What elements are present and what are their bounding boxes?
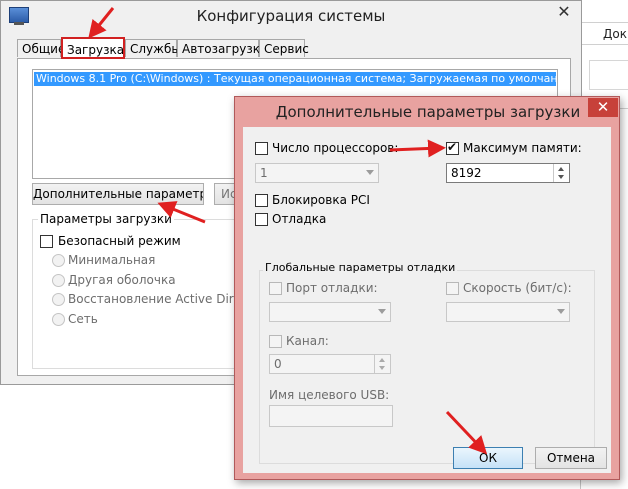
radio-alternate-shell-label: Другая оболочка <box>68 273 176 287</box>
dialog-title: Дополнительные параметры загрузки <box>275 103 581 121</box>
advanced-boot-options-dialog: Дополнительные параметры загрузки ✕ Числ… <box>234 96 620 480</box>
spin-up-icon <box>379 358 385 362</box>
debug-port-select[interactable] <box>269 302 391 322</box>
dialog-body: Число процессоров: 1 Максимум памяти: 81… <box>243 127 611 473</box>
pci-lock-checkbox[interactable] <box>255 194 268 207</box>
dialog-close-button[interactable]: ✕ <box>588 98 618 117</box>
num-processors-value: 1 <box>260 166 268 180</box>
channel-spinner[interactable] <box>374 355 390 373</box>
baud-rate-label: Скорость (бит/с): <box>463 281 572 295</box>
chevron-down-icon <box>378 309 386 314</box>
max-memory-checkbox[interactable] <box>446 140 459 155</box>
num-processors-select[interactable]: 1 <box>255 163 379 183</box>
num-processors-checkbox[interactable] <box>255 142 268 155</box>
tab-tools[interactable]: Сервис <box>259 39 309 57</box>
spin-down-icon <box>379 366 385 370</box>
usb-target-label: Имя целевого USB: <box>269 388 390 402</box>
num-processors-label: Число процессоров: <box>272 141 399 155</box>
radio-minimal[interactable] <box>52 254 65 267</box>
tab-boot[interactable]: Загрузка <box>61 37 125 59</box>
debug-checkbox[interactable] <box>255 213 268 226</box>
boot-options-label: Параметры загрузки <box>38 212 174 226</box>
radio-minimal-label: Минимальная <box>68 253 156 267</box>
tab-startup[interactable]: Автозагрузка <box>177 39 267 57</box>
tab-general[interactable]: Общие <box>17 39 65 57</box>
radio-network-label: Сеть <box>68 312 98 326</box>
main-close-button[interactable]: ✕ <box>549 3 579 21</box>
max-memory-spinner[interactable] <box>553 164 569 182</box>
max-memory-label: Максимум памяти: <box>463 141 582 155</box>
cancel-button[interactable]: Отмена <box>535 447 607 469</box>
tab-services[interactable]: Службы <box>125 39 181 57</box>
radio-network[interactable] <box>52 313 65 326</box>
baud-rate-select[interactable] <box>446 302 570 322</box>
background-window-text: Док <box>603 27 627 41</box>
debug-port-checkbox[interactable] <box>269 282 282 295</box>
radio-alternate-shell[interactable] <box>52 274 65 287</box>
channel-label: Канал: <box>286 334 329 348</box>
channel-value: 0 <box>274 357 282 371</box>
radio-active-directory[interactable] <box>52 293 65 306</box>
global-debug-group-label: Глобальные параметры отладки <box>263 261 458 274</box>
max-memory-value: 8192 <box>451 166 482 180</box>
main-title-bar: Конфигурация системы ✕ <box>1 1 581 31</box>
channel-checkbox[interactable] <box>269 335 282 348</box>
main-window-title: Конфигурация системы <box>196 7 386 25</box>
chevron-down-icon <box>366 170 374 175</box>
baud-rate-checkbox[interactable] <box>446 282 459 295</box>
spin-down-icon <box>558 175 564 179</box>
ok-button[interactable]: ОК <box>453 447 523 469</box>
pci-lock-label: Блокировка PCI <box>272 193 370 207</box>
debug-port-label: Порт отладки: <box>286 281 378 295</box>
chevron-down-icon <box>557 309 565 314</box>
advanced-options-button[interactable]: Дополнительные параметры... <box>32 183 204 205</box>
max-memory-input[interactable]: 8192 <box>446 163 570 183</box>
safe-mode-checkbox[interactable] <box>40 235 53 248</box>
usb-target-input[interactable] <box>269 405 393 427</box>
debug-label: Отладка <box>272 212 327 226</box>
channel-input[interactable]: 0 <box>269 354 391 374</box>
os-list-item[interactable]: Windows 8.1 Pro (C:\Windows) : Текущая о… <box>34 72 556 86</box>
safe-mode-label: Безопасный режим <box>58 234 181 248</box>
spin-up-icon <box>558 167 564 171</box>
